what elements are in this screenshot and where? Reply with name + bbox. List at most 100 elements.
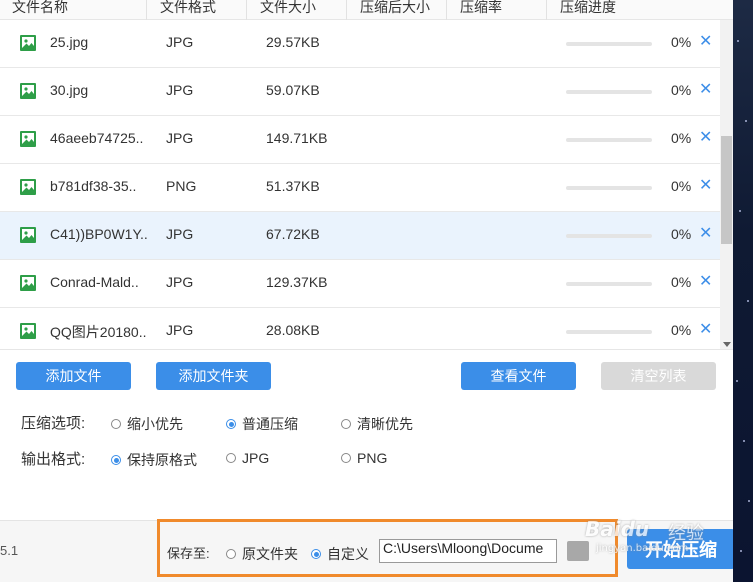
delete-file-icon[interactable]: ✕ bbox=[699, 31, 712, 51]
file-format: JPG bbox=[166, 322, 194, 338]
output-format-label: 输出格式: bbox=[21, 451, 86, 468]
file-size: 149.71KB bbox=[266, 130, 328, 146]
delete-file-icon[interactable]: ✕ bbox=[699, 127, 712, 147]
file-format: JPG bbox=[166, 226, 194, 242]
image-file-icon bbox=[20, 35, 36, 51]
file-format: PNG bbox=[166, 178, 197, 194]
column-separator bbox=[346, 0, 347, 20]
file-name: b781df38-35.. bbox=[50, 178, 137, 194]
file-name: C41))BP0W1Y.. bbox=[50, 226, 148, 242]
save-custom-radio[interactable]: 自定义 bbox=[311, 544, 369, 564]
compressor-window: 文件名称 文件格式 文件大小 压缩后大小 压缩率 压缩进度 25.jpg JPG 2… bbox=[0, 0, 735, 582]
output-format-keep[interactable]: 保持原格式 bbox=[111, 450, 197, 470]
radio-icon bbox=[111, 419, 121, 429]
compress-option-normal[interactable]: 普通压缩 bbox=[226, 414, 298, 434]
star-decoration bbox=[748, 500, 750, 502]
file-name: Conrad-Mald.. bbox=[50, 274, 139, 290]
file-size: 67.72KB bbox=[266, 226, 320, 242]
output-format-png[interactable]: PNG bbox=[341, 450, 387, 466]
radio-icon bbox=[311, 549, 321, 559]
compress-option-clarity[interactable]: 清晰优先 bbox=[341, 414, 413, 434]
image-file-icon bbox=[20, 131, 36, 147]
radio-icon bbox=[341, 419, 351, 429]
column-header-progress[interactable]: 压缩进度 bbox=[560, 0, 616, 17]
browse-folder-button[interactable] bbox=[567, 541, 589, 561]
image-file-icon bbox=[20, 83, 36, 99]
start-compress-button[interactable]: 开始压缩 bbox=[627, 529, 735, 569]
delete-file-icon[interactable]: ✕ bbox=[699, 319, 712, 339]
file-list-scrollbar[interactable] bbox=[720, 20, 733, 350]
radio-label: 自定义 bbox=[327, 546, 369, 562]
star-decoration bbox=[737, 40, 739, 42]
save-original-folder-radio[interactable]: 原文件夹 bbox=[226, 544, 298, 564]
radio-label: 普通压缩 bbox=[242, 416, 298, 432]
star-decoration bbox=[745, 120, 747, 122]
footer-bar: 5.1 保存至: 原文件夹 自定义 C:\Users\Mloong\Docume… bbox=[0, 519, 735, 582]
scrollbar-thumb[interactable] bbox=[721, 136, 732, 244]
column-separator bbox=[446, 0, 447, 20]
file-size: 59.07KB bbox=[266, 82, 320, 98]
view-files-button[interactable]: 查看文件 bbox=[461, 362, 576, 390]
add-file-button[interactable]: 添加文件 bbox=[16, 362, 131, 390]
column-header-name[interactable]: 文件名称 bbox=[12, 0, 68, 17]
progress-percent: 0% bbox=[671, 322, 692, 338]
column-header-size[interactable]: 文件大小 bbox=[260, 0, 316, 17]
progress-percent: 0% bbox=[671, 178, 692, 194]
file-format: JPG bbox=[166, 274, 194, 290]
progress-percent: 0% bbox=[671, 226, 692, 242]
compress-option-smallest[interactable]: 缩小优先 bbox=[111, 414, 183, 434]
column-header-ratio[interactable]: 压缩率 bbox=[460, 0, 502, 17]
version-label: 5.1 bbox=[0, 543, 19, 558]
file-row[interactable]: Conrad-Mald.. JPG 129.37KB 0% ✕ bbox=[0, 260, 720, 308]
output-format-jpg[interactable]: JPG bbox=[226, 450, 269, 466]
progress-bar bbox=[566, 186, 652, 190]
image-file-icon bbox=[20, 179, 36, 195]
delete-file-icon[interactable]: ✕ bbox=[699, 223, 712, 243]
radio-label: PNG bbox=[357, 450, 388, 466]
file-size: 28.08KB bbox=[266, 322, 320, 338]
radio-label: 原文件夹 bbox=[242, 546, 298, 562]
image-file-icon bbox=[20, 323, 36, 339]
file-name: QQ图片20180.. bbox=[50, 324, 147, 340]
table-header: 文件名称 文件格式 文件大小 压缩后大小 压缩率 压缩进度 bbox=[0, 0, 733, 20]
file-row[interactable]: C41))BP0W1Y.. JPG 67.72KB 0% ✕ bbox=[0, 212, 720, 260]
delete-file-icon[interactable]: ✕ bbox=[699, 175, 712, 195]
star-decoration bbox=[736, 380, 738, 382]
file-row[interactable]: 25.jpg JPG 29.57KB 0% ✕ bbox=[0, 20, 720, 68]
add-folder-button[interactable]: 添加文件夹 bbox=[156, 362, 271, 390]
column-header-format[interactable]: 文件格式 bbox=[160, 0, 216, 17]
compress-options-label: 压缩选项: bbox=[21, 415, 86, 432]
file-row[interactable]: b781df38-35.. PNG 51.37KB 0% ✕ bbox=[0, 164, 720, 212]
radio-label: JPG bbox=[242, 450, 270, 466]
radio-icon bbox=[226, 419, 236, 429]
clear-list-button[interactable]: 清空列表 bbox=[601, 362, 716, 390]
delete-file-icon[interactable]: ✕ bbox=[699, 271, 712, 291]
file-name: 25.jpg bbox=[50, 34, 89, 50]
progress-percent: 0% bbox=[671, 34, 692, 50]
star-decoration bbox=[740, 550, 742, 552]
scroll-down-arrow-icon[interactable] bbox=[723, 342, 731, 347]
file-name: 46aeeb74725.. bbox=[50, 130, 144, 146]
file-row[interactable]: 30.jpg JPG 59.07KB 0% ✕ bbox=[0, 68, 720, 116]
delete-file-icon[interactable]: ✕ bbox=[699, 79, 712, 99]
save-path-input[interactable]: C:\Users\Mloong\Docume bbox=[379, 539, 557, 563]
save-to-label: 保存至: bbox=[167, 546, 210, 561]
file-format: JPG bbox=[166, 130, 194, 146]
progress-bar bbox=[566, 90, 652, 94]
progress-percent: 0% bbox=[671, 82, 692, 98]
file-name: 30.jpg bbox=[50, 82, 89, 98]
radio-label: 缩小优先 bbox=[127, 416, 183, 432]
star-decoration bbox=[743, 440, 745, 442]
image-file-icon bbox=[20, 275, 36, 291]
progress-percent: 0% bbox=[671, 130, 692, 146]
file-row[interactable]: 46aeeb74725.. JPG 149.71KB 0% ✕ bbox=[0, 116, 720, 164]
progress-bar bbox=[566, 138, 652, 142]
progress-bar bbox=[566, 330, 652, 334]
column-header-compressed-size[interactable]: 压缩后大小 bbox=[360, 0, 430, 17]
divider bbox=[0, 349, 733, 350]
radio-icon bbox=[341, 453, 351, 463]
progress-percent: 0% bbox=[671, 274, 692, 290]
file-row[interactable]: QQ图片20180.. JPG 28.08KB 0% ✕ bbox=[0, 308, 720, 347]
column-separator bbox=[246, 0, 247, 20]
file-format: JPG bbox=[166, 82, 194, 98]
